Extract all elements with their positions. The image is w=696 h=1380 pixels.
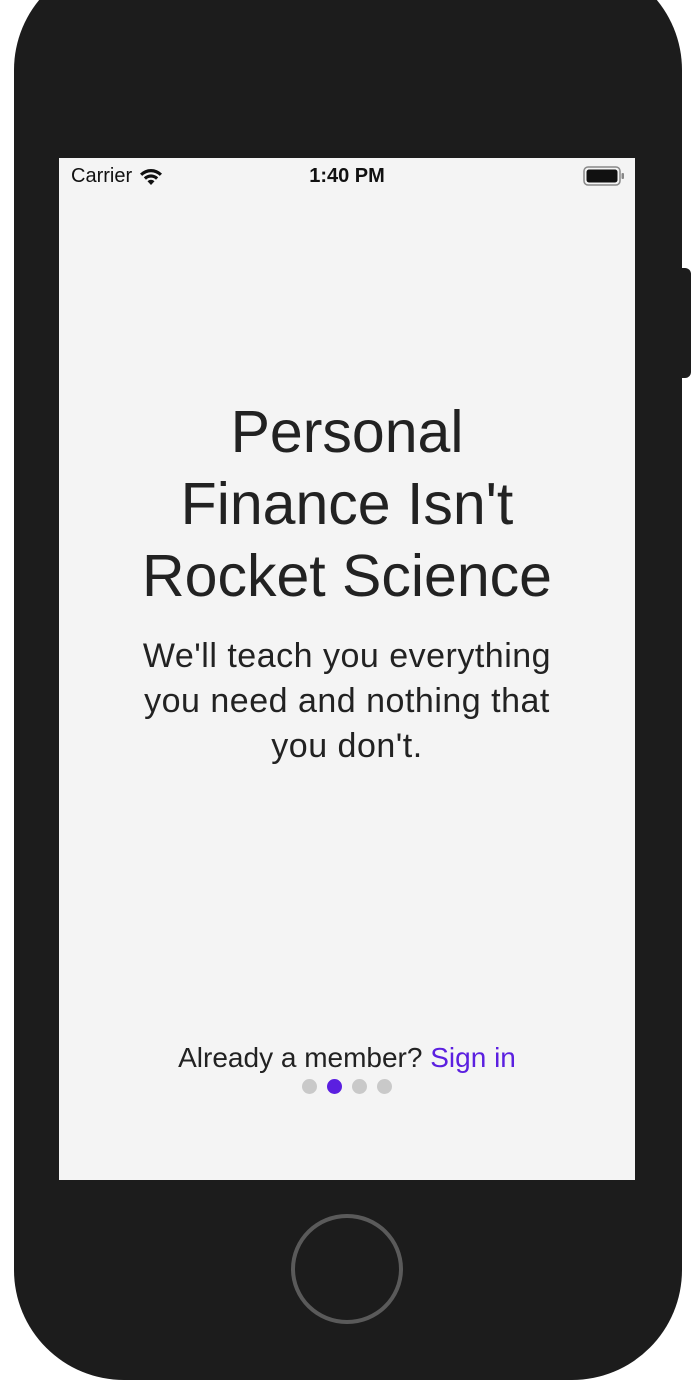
headline-line: Personal — [230, 399, 464, 465]
subtitle-line: We'll teach you everything — [142, 637, 552, 675]
home-button[interactable] — [291, 1214, 403, 1324]
battery-full-icon — [583, 166, 624, 186]
sign-in-prompt: Already a member? Sign in — [59, 1042, 635, 1074]
page-dot-3[interactable] — [352, 1079, 367, 1094]
status-time: 1:40 PM — [309, 165, 385, 187]
onboarding-headline: Personal Finance Isn't Rocket Science — [99, 396, 595, 612]
page-dot-1[interactable] — [302, 1079, 317, 1094]
sign-in-link[interactable]: Sign in — [430, 1042, 516, 1073]
headline-line: Finance Isn't — [180, 471, 514, 537]
page-indicator[interactable] — [59, 1079, 635, 1094]
side-power-button — [681, 268, 691, 378]
headline-line: Rocket Science — [142, 543, 552, 609]
subtitle-line: you don't. — [271, 727, 423, 765]
subtitle-line: you need and nothing that — [144, 682, 550, 720]
already-member-label: Already a member? — [178, 1042, 423, 1073]
page-dot-2-active[interactable] — [327, 1079, 342, 1094]
onboarding-subtitle: We'll teach you everything you need and … — [107, 634, 587, 769]
phone-screen: Carrier 1:40 PM Personal Finance Isn't R… — [59, 158, 635, 1180]
status-bar: Carrier 1:40 PM — [59, 158, 635, 194]
page-dot-4[interactable] — [377, 1079, 392, 1094]
